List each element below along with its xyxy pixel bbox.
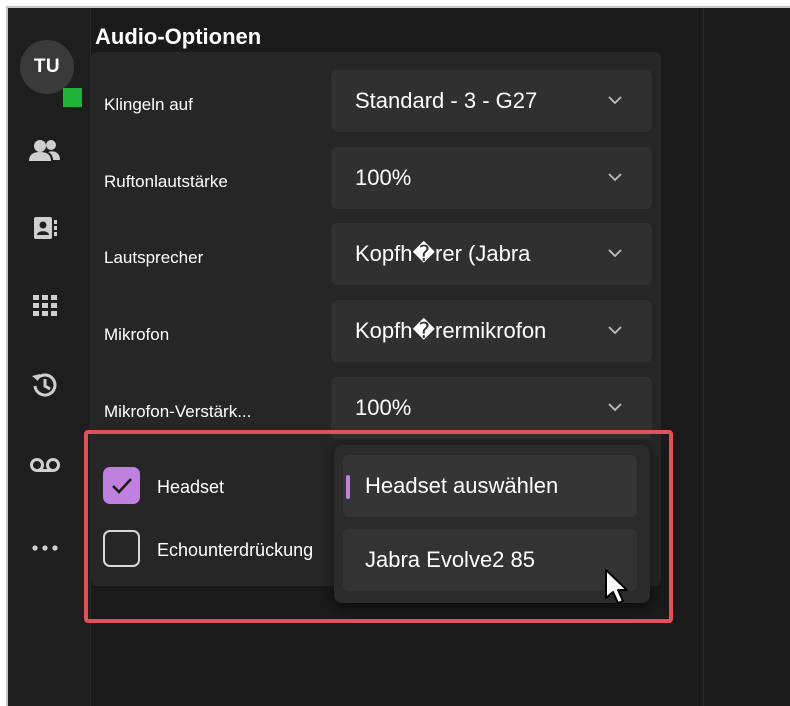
pane-divider [703,8,704,706]
avatar-initials: TU [33,56,61,77]
microphone-select[interactable]: Kopfh�rermikrofon [331,300,652,362]
ring-on-select[interactable]: Standard - 3 - G27 [331,70,652,132]
ringtone-volume-select[interactable]: 100% [331,147,652,209]
history-icon[interactable] [27,370,63,400]
annotation-highlight-box [84,430,673,623]
chevron-down-icon [608,403,622,412]
avatar[interactable]: TU [20,40,74,94]
microphone-value: Kopfh�rermikrofon [355,318,547,343]
microphone-label: Mikrofon [104,325,170,344]
navigation-rail: TU [8,8,91,706]
speaker-select[interactable]: Kopfh�rer (Jabra [331,223,652,285]
speaker-value: Kopfh�rer (Jabra [355,241,531,266]
mouse-cursor-icon [605,569,628,604]
chevron-down-icon [608,96,622,105]
speaker-label: Lautsprecher [104,248,204,267]
people-icon[interactable] [27,136,63,166]
ring-on-label: Klingeln auf [104,95,193,114]
ringtone-volume-label: Ruftonlautstärke [104,172,228,191]
ring-on-value: Standard - 3 - G27 [355,88,538,113]
chevron-down-icon [608,249,622,258]
ringtone-volume-value: 100% [355,165,412,190]
presence-indicator [63,88,82,107]
more-icon[interactable] [27,533,63,563]
chevron-down-icon [608,173,622,182]
voicemail-icon[interactable] [27,450,63,480]
mic-gain-label: Mikrofon-Verstärk... [104,402,252,421]
section-title: Audio-Optionen [95,24,262,49]
mic-gain-value: 100% [355,395,412,420]
chevron-down-icon [608,326,622,335]
contacts-icon[interactable] [27,213,63,243]
dialpad-icon[interactable] [27,291,63,321]
